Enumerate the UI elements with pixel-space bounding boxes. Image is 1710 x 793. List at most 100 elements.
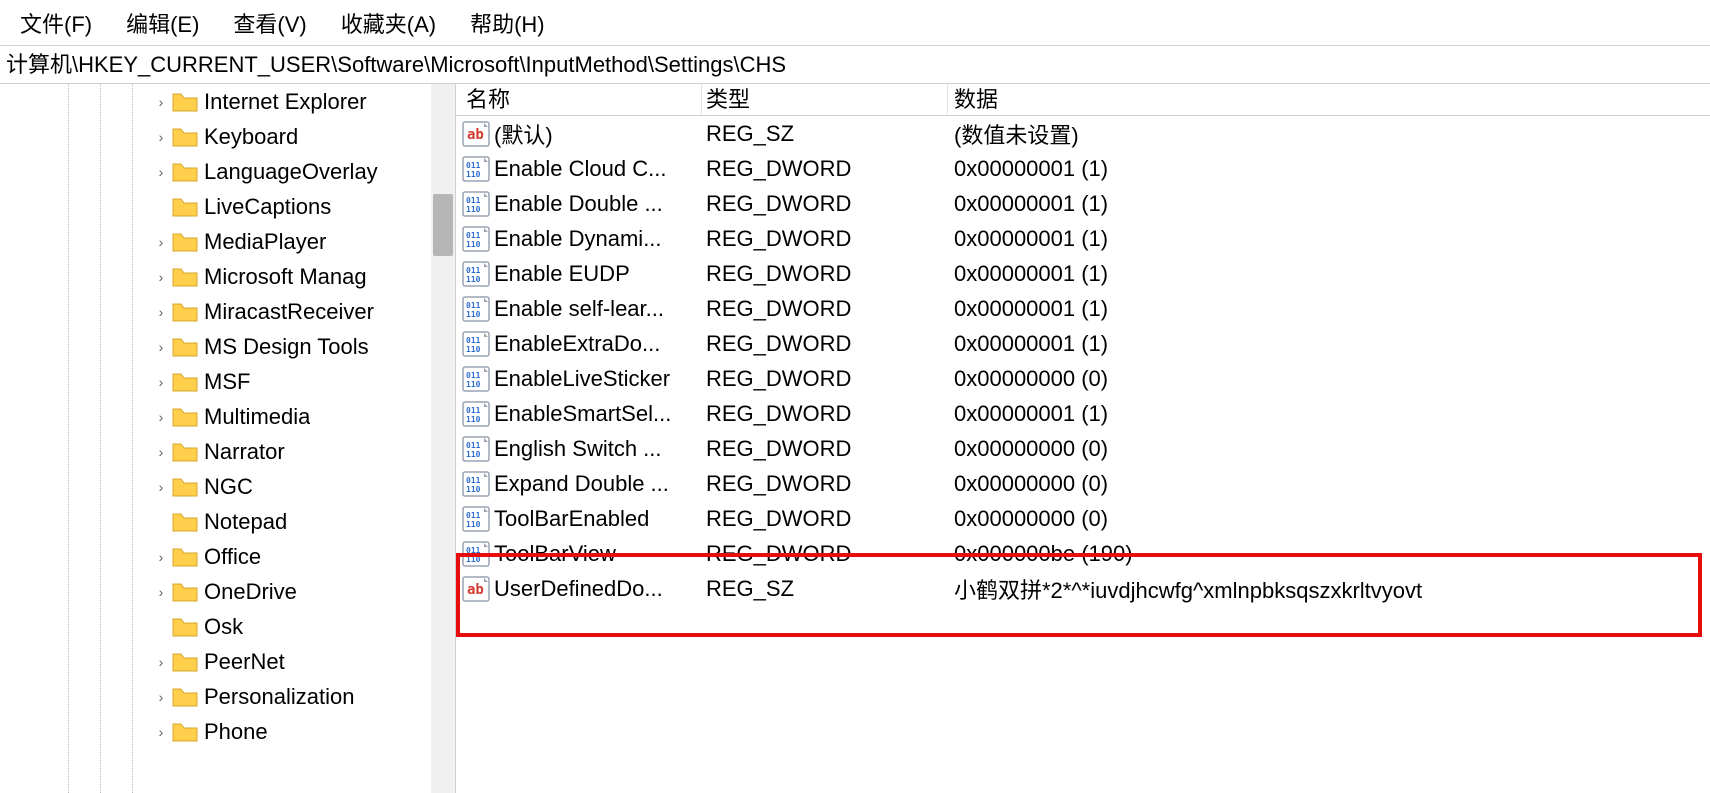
tree-item[interactable]: ›Office [0,539,455,574]
tree-item[interactable]: › Narrator [0,434,455,469]
value-row[interactable]: ToolBarViewREG_DWORD0x000000be (190) [456,536,1710,571]
tree-item[interactable]: ›OneDrive [0,574,455,609]
value-type: REG_DWORD [702,541,948,567]
value-name: Enable EUDP [494,261,630,287]
expander-icon[interactable]: › [152,374,170,390]
value-data: (数值未设置) [948,118,1710,150]
value-type: REG_DWORD [702,471,948,497]
value-type: REG_DWORD [702,261,948,287]
expander-icon[interactable]: › [152,689,170,705]
folder-icon [172,476,198,498]
value-name: Expand Double ... [494,471,669,497]
value-row[interactable]: EnableExtraDo...REG_DWORD0x00000001 (1) [456,326,1710,361]
value-name-cell: Enable EUDP [456,261,702,287]
value-name: English Switch ... [494,436,662,462]
tree-item[interactable]: ›PeerNet [0,644,455,679]
value-row[interactable]: Enable self-lear...REG_DWORD0x00000001 (… [456,291,1710,326]
value-name-cell: Enable Dynami... [456,226,702,252]
value-row[interactable]: Expand Double ... REG_DWORD0x00000000 (0) [456,466,1710,501]
value-row[interactable]: Enable Dynami...REG_DWORD0x00000001 (1) [456,221,1710,256]
value-row[interactable]: UserDefinedDo...REG_SZ小鹤双拼*2*^*iuvdjhcwf… [456,571,1710,606]
reg-dword-icon [462,436,490,462]
tree-scrollbar-track[interactable] [431,84,455,793]
expander-icon[interactable]: › [152,129,170,145]
tree-item[interactable]: ›MediaPlayer [0,224,455,259]
tree-item[interactable]: ›LanguageOverlay [0,154,455,189]
value-row[interactable]: (默认)REG_SZ(数值未设置) [456,116,1710,151]
tree-item[interactable]: ›MiracastReceiver [0,294,455,329]
value-data: 0x00000001 (1) [948,156,1710,182]
value-name-cell: EnableExtraDo... [456,331,702,357]
value-data: 0x00000000 (0) [948,471,1710,497]
column-header-data[interactable]: 数据 [948,84,1710,115]
expander-icon[interactable]: › [152,444,170,460]
reg-dword-icon [462,471,490,497]
tree-item-label: Notepad [204,509,287,535]
tree-item[interactable]: ·Osk [0,609,455,644]
expander-icon[interactable]: › [152,549,170,565]
tree-item-label: Narrator [204,439,285,465]
reg-dword-icon [462,296,490,322]
value-type: REG_DWORD [702,506,948,532]
expander-icon[interactable]: › [152,234,170,250]
expander-icon[interactable]: › [152,304,170,320]
tree-item[interactable]: ›Personalization [0,679,455,714]
tree-item[interactable]: ›Internet Explorer [0,84,455,119]
menu-help[interactable]: 帮助(H) [470,7,545,39]
value-name: ToolBarEnabled [494,506,649,532]
column-header-type[interactable]: 类型 [702,84,948,115]
tree-item[interactable]: ›Multimedia [0,399,455,434]
folder-icon [172,91,198,113]
folder-icon [172,721,198,743]
value-name: Enable Double ... [494,191,663,217]
tree-item-label: Keyboard [204,124,298,150]
tree-item[interactable]: ·LiveCaptions [0,189,455,224]
value-name: Enable self-lear... [494,296,664,322]
value-data: 0x00000001 (1) [948,331,1710,357]
tree-item[interactable]: ·Notepad [0,504,455,539]
tree-item[interactable]: ›MS Design Tools [0,329,455,364]
expander-icon[interactable]: › [152,339,170,355]
menu-file[interactable]: 文件(F) [20,7,92,39]
expander-icon[interactable]: › [152,479,170,495]
value-row[interactable]: English Switch ...REG_DWORD0x00000000 (0… [456,431,1710,466]
menu-edit[interactable]: 编辑(E) [126,7,199,39]
tree-item[interactable]: ›Phone [0,714,455,749]
tree-scrollbar-thumb[interactable] [433,194,453,256]
value-row[interactable]: EnableSmartSel...REG_DWORD0x00000001 (1) [456,396,1710,431]
column-header-name[interactable]: 名称 [456,84,702,115]
value-type: REG_SZ [702,576,948,602]
tree-item[interactable]: ›NGC [0,469,455,504]
value-row[interactable]: ToolBarEnabled REG_DWORD0x00000000 (0) [456,501,1710,536]
reg-dword-icon [462,156,490,182]
expander-icon[interactable]: › [152,269,170,285]
folder-icon [172,231,198,253]
menu-bar: 文件(F) 编辑(E) 查看(V) 收藏夹(A) 帮助(H) [0,0,1710,46]
tree-item[interactable]: ›Microsoft Manag [0,259,455,294]
folder-icon [172,406,198,428]
reg-dword-icon [462,506,490,532]
value-row[interactable]: Enable Cloud C...REG_DWORD0x00000001 (1) [456,151,1710,186]
value-type: REG_DWORD [702,331,948,357]
value-type: REG_DWORD [702,226,948,252]
value-name-cell: Enable Cloud C... [456,156,702,182]
expander-icon[interactable]: › [152,654,170,670]
value-row[interactable]: EnableLiveStickerREG_DWORD0x00000000 (0) [456,361,1710,396]
expander-icon[interactable]: › [152,724,170,740]
value-row[interactable]: Enable Double ...REG_DWORD0x00000001 (1) [456,186,1710,221]
expander-icon[interactable]: › [152,94,170,110]
expander-icon[interactable]: › [152,164,170,180]
tree-item-label: LiveCaptions [204,194,331,220]
expander-icon[interactable]: › [152,409,170,425]
value-data: 0x00000000 (0) [948,506,1710,532]
menu-view[interactable]: 查看(V) [233,7,306,39]
address-bar[interactable]: 计算机\HKEY_CURRENT_USER\Software\Microsoft… [0,46,1710,84]
tree-item[interactable]: › Keyboard [0,119,455,154]
folder-icon [172,511,198,533]
expander-icon[interactable]: › [152,584,170,600]
value-name: Enable Dynami... [494,226,662,252]
menu-favorites[interactable]: 收藏夹(A) [341,7,436,39]
value-name: EnableLiveSticker [494,366,670,392]
value-row[interactable]: Enable EUDPREG_DWORD0x00000001 (1) [456,256,1710,291]
tree-item[interactable]: ›MSF [0,364,455,399]
